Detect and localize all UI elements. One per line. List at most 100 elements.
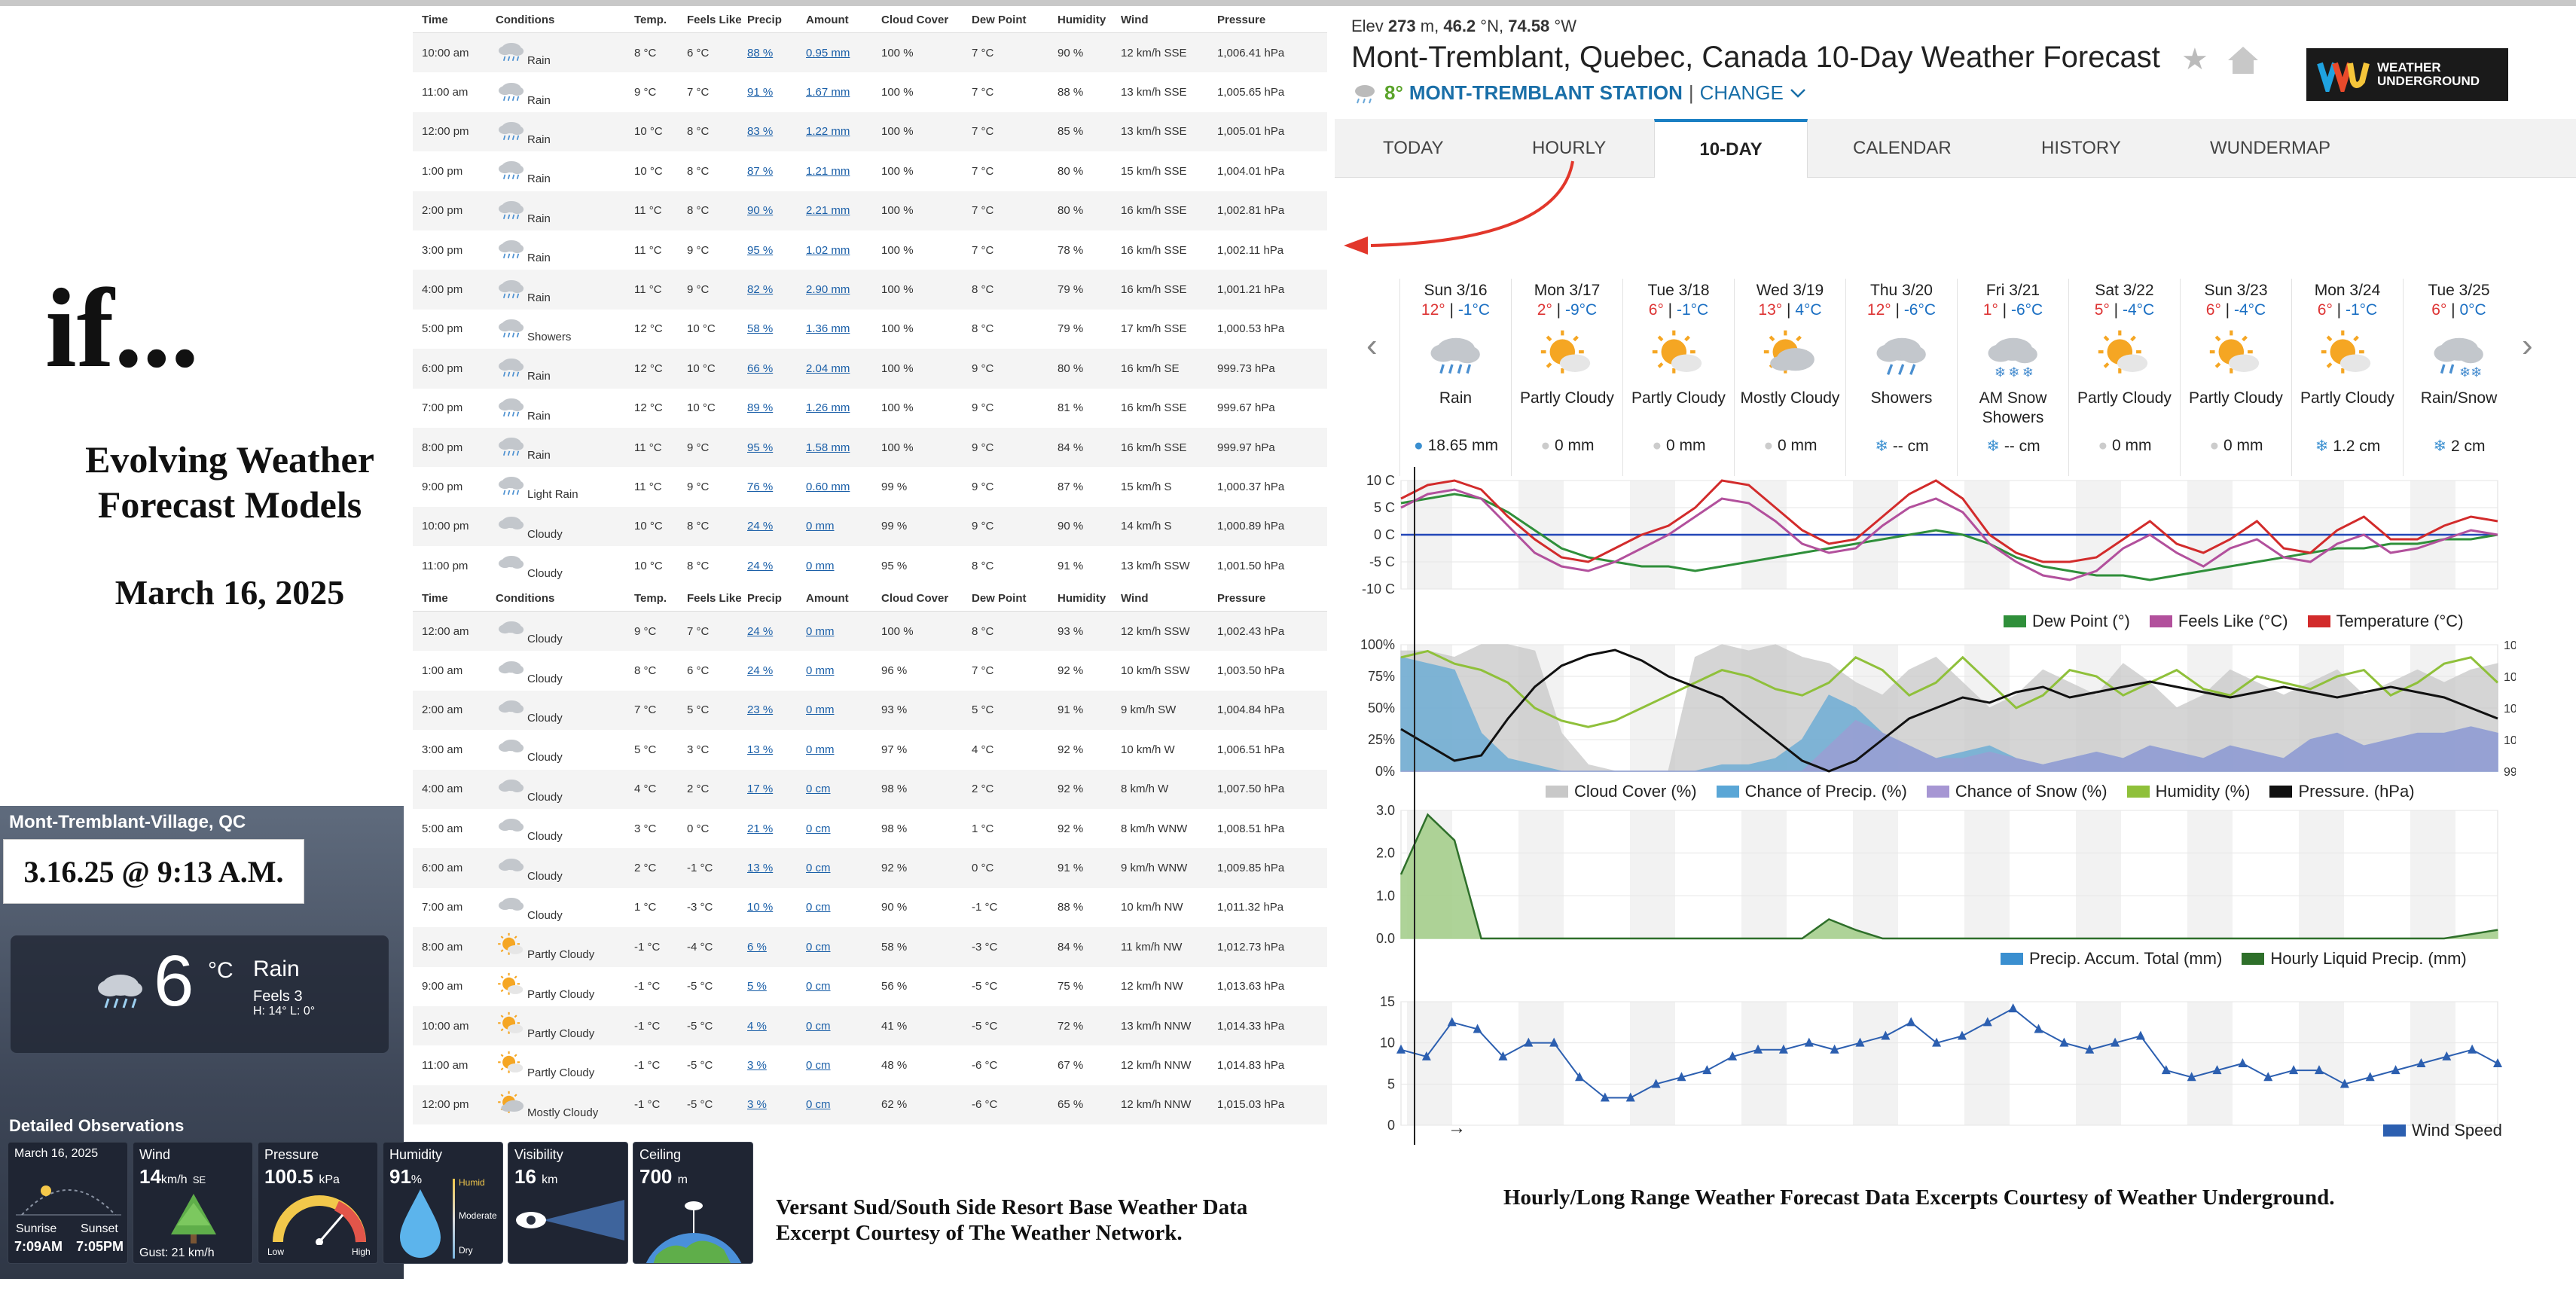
table-cell[interactable]: 95 % (738, 244, 797, 257)
rain-icon (496, 197, 527, 222)
sunset-label: Sunset (81, 1222, 118, 1235)
table-cell[interactable]: 0 cm (797, 941, 872, 954)
rain-icon (496, 78, 527, 104)
day-column[interactable]: Sat 3/22 5° | -4°C Partly Cloudy ● 0 mm (2068, 279, 2180, 476)
day-column[interactable]: Sun 3/23 6° | -4°C Partly Cloudy ● 0 mm (2180, 279, 2291, 476)
table-cell[interactable]: 3 % (738, 1059, 797, 1072)
wind-direction-marker (1396, 1044, 1406, 1054)
home-icon[interactable] (2227, 45, 2260, 75)
table-cell[interactable]: 1.02 mm (797, 244, 872, 257)
rain-cloud-icon (1355, 84, 1375, 103)
legend-item[interactable]: Chance of Snow (%) (1926, 782, 2107, 801)
table-cell[interactable]: 1.36 mm (797, 322, 872, 335)
day-column[interactable]: Fri 3/21 1° | -6°C ❄ ❄ ❄ AM Snow Showers ❄… (1957, 279, 2068, 476)
legend-item[interactable]: Feels Like (°C) (2149, 612, 2288, 631)
table-cell[interactable]: 4 % (738, 1020, 797, 1033)
table-cell[interactable]: 1.67 mm (797, 86, 872, 99)
table-cell[interactable]: 90 % (738, 204, 797, 217)
table-cell[interactable]: 2.04 mm (797, 362, 872, 375)
table-cell[interactable]: 2.90 mm (797, 283, 872, 296)
ceiling-number: 700 (639, 1165, 673, 1188)
table-cell[interactable]: 0 mm (797, 625, 872, 638)
table-cell[interactable]: 21 % (738, 822, 797, 835)
table-cell: 56 % (881, 980, 908, 993)
table-cell[interactable]: 0 cm (797, 1059, 872, 1072)
table-cell[interactable]: 0.95 mm (797, 47, 872, 60)
legend-item[interactable]: Precip. Accum. Total (mm) (2001, 949, 2222, 969)
legend-item[interactable]: Cloud Cover (%) (1546, 782, 1697, 801)
table-cell[interactable]: 24 % (738, 520, 797, 532)
table-cell[interactable]: 1.58 mm (797, 441, 872, 454)
table-cell[interactable]: 88 % (738, 47, 797, 60)
table-cell[interactable]: 1.21 mm (797, 165, 872, 178)
table-cell[interactable]: 0 mm (797, 560, 872, 572)
table-cell[interactable]: 13 % (738, 743, 797, 756)
table-cell[interactable]: 0 mm (797, 703, 872, 716)
table-cell[interactable]: 82 % (738, 283, 797, 296)
day-column[interactable]: Sun 3/16 12° | -1°C Rain ● 18.65 mm (1399, 279, 1511, 476)
day-column[interactable]: Wed 3/19 13° | 4°C Mostly Cloudy ● 0 mm (1734, 279, 1845, 476)
table-cell[interactable]: 0 cm (797, 1020, 872, 1033)
table-cell[interactable]: 0 cm (797, 1098, 872, 1111)
legend-item[interactable]: Chance of Precip. (%) (1716, 782, 1907, 801)
table-cell[interactable]: 91 % (738, 86, 797, 99)
table-cell[interactable]: 0 cm (797, 901, 872, 914)
legend-item[interactable]: Wind Speed (2383, 1121, 2502, 1140)
table-cell[interactable]: 24 % (738, 560, 797, 572)
table-cell[interactable]: 95 % (738, 441, 797, 454)
table-cell[interactable]: 6 % (738, 941, 797, 954)
legend-item[interactable]: Humidity (%) (2126, 782, 2250, 801)
table-cell[interactable]: 58 % (738, 322, 797, 335)
table-cell[interactable]: 0 cm (797, 822, 872, 835)
table-cell[interactable]: 0 mm (797, 664, 872, 677)
tab-calendar[interactable]: CALENDAR (1853, 119, 1952, 178)
night-band (2076, 810, 2121, 938)
prev-days-chevron-icon[interactable]: ‹ (1366, 327, 1378, 365)
table-cell[interactable]: 0 mm (797, 520, 872, 532)
table-cell[interactable]: 76 % (738, 481, 797, 493)
table-cell[interactable]: 10 % (738, 901, 797, 914)
legend-item[interactable]: Hourly Liquid Precip. (mm) (2242, 949, 2467, 969)
table-cell[interactable]: 0 cm (797, 862, 872, 874)
table-cell[interactable]: 0.60 mm (797, 481, 872, 493)
legend-item[interactable]: Temperature (°C) (2307, 612, 2464, 631)
day-column[interactable]: Thu 3/20 12° | -6°C Showers ❄ -- cm (1845, 279, 1957, 476)
tab-10-day[interactable]: 10-DAY (1654, 119, 1808, 178)
table-cell[interactable]: 66 % (738, 362, 797, 375)
day-column[interactable]: Mon 3/24 6° | -1°C Partly Cloudy ❄ 1.2 c… (2291, 279, 2403, 476)
table-cell[interactable]: 3 % (738, 1098, 797, 1111)
change-station-link[interactable]: CHANGE (1700, 81, 1784, 105)
next-days-chevron-icon[interactable]: › (2522, 327, 2533, 365)
legend-item[interactable]: Dew Point (°) (2004, 612, 2130, 631)
table-cell: 9 °C (687, 283, 710, 297)
favorite-star-icon[interactable]: ★ (2181, 42, 2208, 77)
table-cell[interactable]: 89 % (738, 401, 797, 414)
day-column[interactable]: Tue 3/25 6° | 0°C ❄ ❄ Rain/Snow ❄ 2 cm (2403, 279, 2514, 476)
y-tick-label: 0% (1375, 764, 1395, 779)
table-cell[interactable]: 5 % (738, 980, 797, 993)
day-column[interactable]: Mon 3/17 2° | -9°C Partly Cloudy ● 0 mm (1511, 279, 1622, 476)
table-cell[interactable]: 1.22 mm (797, 125, 872, 138)
table-cell[interactable]: 83 % (738, 125, 797, 138)
condition-label: Cloudy (527, 869, 563, 883)
table-cell[interactable]: 24 % (738, 625, 797, 638)
table-cell[interactable]: 1.26 mm (797, 401, 872, 414)
day-column[interactable]: Tue 3/18 6° | -1°C Partly Cloudy ● 0 mm (1622, 279, 1734, 476)
station-name[interactable]: MONT-TREMBLANT STATION (1409, 81, 1683, 105)
wu-logo[interactable]: WEATHER UNDERGROUND (2306, 48, 2508, 101)
legend-item[interactable]: Pressure. (hPa) (2269, 782, 2415, 801)
table-cell[interactable]: 0 mm (797, 743, 872, 756)
table-cell[interactable]: 2.21 mm (797, 204, 872, 217)
y-tick-label: 100% (1360, 637, 1395, 652)
table-cell[interactable]: 13 % (738, 862, 797, 874)
chevron-down-icon[interactable] (1790, 88, 1806, 99)
table-cell[interactable]: 0 cm (797, 783, 872, 795)
table-cell[interactable]: 23 % (738, 703, 797, 716)
tab-wundermap[interactable]: WUNDERMAP (2210, 119, 2330, 178)
table-cell[interactable]: 24 % (738, 664, 797, 677)
table-cell: 2 °C (687, 783, 710, 796)
table-cell[interactable]: 0 cm (797, 980, 872, 993)
table-cell[interactable]: 17 % (738, 783, 797, 795)
table-cell[interactable]: 87 % (738, 165, 797, 178)
tab-history[interactable]: HISTORY (2041, 119, 2121, 178)
